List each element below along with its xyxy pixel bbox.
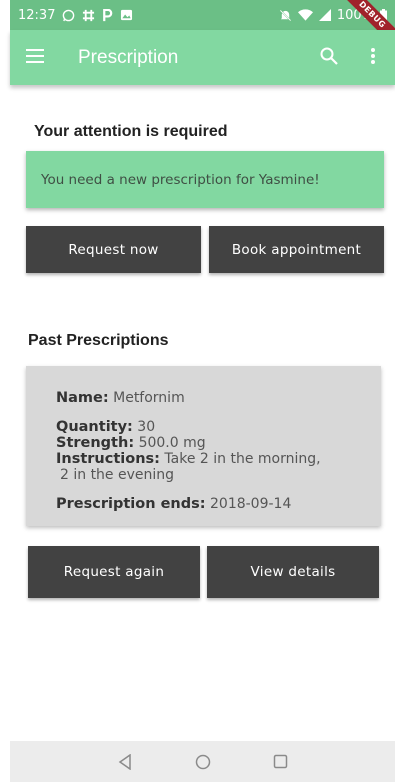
page-title: Prescription [78, 46, 179, 68]
notifications-off-icon [279, 8, 292, 22]
app-bar: Prescription [10, 30, 395, 85]
rx-instructions-value-2: 2 in the evening [60, 467, 175, 483]
menu-button[interactable] [10, 30, 60, 85]
rx-name-label: Name: [56, 390, 109, 406]
rx-instructions-row-2: 2 in the evening [56, 467, 381, 483]
view-details-button[interactable]: View details [207, 546, 379, 598]
prescription-card: Name: Metfornim Quantity: 30 Strength: 5… [26, 366, 381, 526]
request-now-button[interactable]: Request now [26, 226, 201, 273]
home-icon[interactable] [193, 752, 213, 772]
system-nav-bar [10, 741, 395, 782]
rx-ends-label: Prescription ends: [56, 496, 206, 512]
signal-icon [318, 9, 331, 21]
book-appointment-button[interactable]: Book appointment [209, 226, 384, 273]
request-again-button[interactable]: Request again [28, 546, 200, 598]
slack-icon [82, 9, 95, 22]
rx-quantity-value: 30 [137, 419, 156, 435]
rx-name-value: Metfornim [113, 390, 185, 406]
rx-quantity-row: Quantity: 30 [56, 419, 381, 435]
rx-ends-value: 2018-09-14 [210, 496, 292, 512]
recents-icon[interactable] [271, 752, 291, 772]
rx-ends-row: Prescription ends: 2018-09-14 [56, 496, 381, 512]
search-icon [320, 47, 338, 69]
rx-strength-row: Strength: 500.0 mg [56, 435, 381, 451]
status-time: 12:37 [18, 7, 56, 23]
rx-instructions-row: Instructions: Take 2 in the morning, [56, 451, 381, 467]
alert-card: You need a new prescription for Yasmine! [26, 151, 384, 208]
menu-icon [26, 48, 44, 67]
rx-instructions-label: Instructions: [56, 451, 160, 467]
rx-strength-value: 500.0 mg [138, 435, 206, 451]
rx-quantity-label: Quantity: [56, 419, 133, 435]
back-icon[interactable] [115, 752, 135, 772]
image-icon [120, 9, 133, 21]
search-button[interactable] [307, 30, 351, 85]
status-bar: 12:37 100% DEBUG [10, 0, 395, 52]
past-prescriptions-title: Past Prescriptions [28, 332, 169, 349]
alert-message: You need a new prescription for Yasmine! [41, 171, 320, 188]
parking-icon [102, 8, 113, 22]
more-options-button[interactable] [351, 30, 395, 85]
rx-instructions-value-1: Take 2 in the morning, [164, 451, 321, 467]
more-vert-icon [371, 47, 375, 68]
attention-title: Your attention is required [34, 123, 228, 140]
whatsapp-icon [62, 9, 75, 22]
rx-strength-label: Strength: [56, 435, 135, 451]
wifi-icon [297, 9, 313, 21]
rx-name-row: Name: Metfornim [56, 390, 381, 406]
